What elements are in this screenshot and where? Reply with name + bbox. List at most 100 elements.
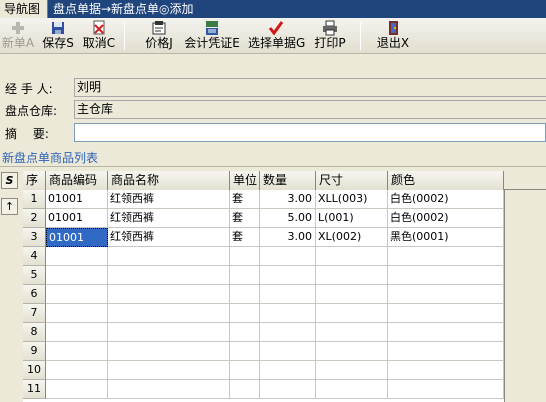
- col-header-code[interactable]: 商品编码: [46, 171, 108, 190]
- cell-name[interactable]: [108, 361, 230, 380]
- cell-size[interactable]: L(001): [316, 209, 388, 228]
- table-row[interactable]: 1 01001 红领西裤套 3.00 XLL(003) 白色(0002): [23, 190, 546, 209]
- cell-size[interactable]: [316, 247, 388, 266]
- row-number[interactable]: 3: [23, 228, 46, 247]
- cell-unit[interactable]: [230, 380, 260, 399]
- cell-code[interactable]: [46, 323, 108, 342]
- row-number[interactable]: 11: [23, 380, 46, 399]
- cell-unit[interactable]: [230, 342, 260, 361]
- cell-unit[interactable]: 套: [230, 209, 260, 228]
- cell-qty[interactable]: 5.00: [260, 209, 316, 228]
- cell-name[interactable]: [108, 380, 230, 399]
- select-document-button[interactable]: 选择单据G: [248, 20, 305, 52]
- cell-name[interactable]: [108, 304, 230, 323]
- col-header-size[interactable]: 尺寸: [316, 171, 388, 190]
- table-row[interactable]: 5: [23, 266, 546, 285]
- cell-unit[interactable]: 套: [230, 190, 260, 209]
- cell-name[interactable]: 红领西裤: [108, 228, 230, 247]
- print-button[interactable]: 打印P: [313, 20, 347, 52]
- cell-code[interactable]: [46, 361, 108, 380]
- col-header-name[interactable]: 商品名称: [108, 171, 230, 190]
- table-row[interactable]: 10: [23, 361, 546, 380]
- col-header-color[interactable]: 颜色: [388, 171, 504, 190]
- table-row[interactable]: 9: [23, 342, 546, 361]
- row-number[interactable]: 7: [23, 304, 46, 323]
- row-number[interactable]: 10: [23, 361, 46, 380]
- cell-qty[interactable]: 3.00: [260, 190, 316, 209]
- table-row[interactable]: 3 01001 红领西裤套 3.00 XL(002) 黑色(0001): [23, 228, 546, 247]
- tab-navigation-map[interactable]: 导航图: [0, 0, 48, 18]
- memo-field[interactable]: [74, 123, 546, 142]
- cell-unit[interactable]: [230, 247, 260, 266]
- row-number[interactable]: 9: [23, 342, 46, 361]
- cell-qty[interactable]: [260, 380, 316, 399]
- cell-color[interactable]: 白色(0002): [388, 209, 504, 228]
- new-document-button[interactable]: 新单A: [1, 20, 35, 52]
- cell-code[interactable]: 01001: [46, 228, 108, 247]
- cancel-button[interactable]: 取消C: [82, 20, 116, 52]
- upload-arrow-icon[interactable]: ↑: [1, 198, 18, 215]
- cell-code[interactable]: [46, 285, 108, 304]
- row-number[interactable]: 2: [23, 209, 46, 228]
- cell-qty[interactable]: [260, 266, 316, 285]
- cell-name[interactable]: [108, 247, 230, 266]
- cell-size[interactable]: [316, 361, 388, 380]
- cell-color[interactable]: [388, 361, 504, 380]
- cell-code[interactable]: 01001: [46, 209, 108, 228]
- cell-qty[interactable]: [260, 323, 316, 342]
- s-curve-icon[interactable]: S: [1, 172, 18, 189]
- cell-name[interactable]: 红领西裤: [108, 209, 230, 228]
- table-row[interactable]: 11: [23, 380, 546, 399]
- cell-code[interactable]: [46, 304, 108, 323]
- cell-size[interactable]: [316, 285, 388, 304]
- handler-field[interactable]: 刘明: [74, 78, 546, 97]
- table-row[interactable]: 8: [23, 323, 546, 342]
- table-row[interactable]: 2 01001 红领西裤套 5.00 L(001) 白色(0002): [23, 209, 546, 228]
- warehouse-field[interactable]: 主仓库: [74, 100, 546, 119]
- cell-code[interactable]: [46, 266, 108, 285]
- cell-unit[interactable]: [230, 323, 260, 342]
- cell-qty[interactable]: [260, 361, 316, 380]
- cell-qty[interactable]: 3.00: [260, 228, 316, 247]
- cell-unit[interactable]: [230, 285, 260, 304]
- cell-color[interactable]: [388, 247, 504, 266]
- cell-code[interactable]: 01001: [46, 190, 108, 209]
- cell-color[interactable]: 黑色(0001): [388, 228, 504, 247]
- col-header-no[interactable]: 序: [23, 171, 46, 190]
- row-number[interactable]: 4: [23, 247, 46, 266]
- cell-size[interactable]: XLL(003): [316, 190, 388, 209]
- save-button[interactable]: 保存S: [41, 20, 75, 52]
- cell-unit[interactable]: [230, 266, 260, 285]
- cell-qty[interactable]: [260, 342, 316, 361]
- table-row[interactable]: 6: [23, 285, 546, 304]
- cell-color[interactable]: [388, 323, 504, 342]
- cell-color[interactable]: [388, 266, 504, 285]
- cell-color[interactable]: [388, 380, 504, 399]
- cell-qty[interactable]: [260, 285, 316, 304]
- row-number[interactable]: 6: [23, 285, 46, 304]
- cell-name[interactable]: [108, 285, 230, 304]
- cell-color[interactable]: [388, 342, 504, 361]
- cell-name[interactable]: [108, 342, 230, 361]
- cell-unit[interactable]: [230, 304, 260, 323]
- cell-code[interactable]: [46, 380, 108, 399]
- row-number[interactable]: 5: [23, 266, 46, 285]
- table-row[interactable]: 4: [23, 247, 546, 266]
- cell-qty[interactable]: [260, 247, 316, 266]
- cell-color[interactable]: [388, 285, 504, 304]
- cell-size[interactable]: [316, 266, 388, 285]
- cell-color[interactable]: [388, 304, 504, 323]
- cell-color[interactable]: 白色(0002): [388, 190, 504, 209]
- cell-unit[interactable]: 套: [230, 228, 260, 247]
- accounting-voucher-button[interactable]: 会计凭证E: [184, 20, 240, 52]
- cell-size[interactable]: [316, 323, 388, 342]
- row-number[interactable]: 8: [23, 323, 46, 342]
- cell-name[interactable]: [108, 266, 230, 285]
- cell-qty[interactable]: [260, 304, 316, 323]
- cell-name[interactable]: [108, 323, 230, 342]
- cell-size[interactable]: [316, 380, 388, 399]
- cell-size[interactable]: [316, 304, 388, 323]
- row-number[interactable]: 1: [23, 190, 46, 209]
- cell-code[interactable]: [46, 342, 108, 361]
- cell-name[interactable]: 红领西裤: [108, 190, 230, 209]
